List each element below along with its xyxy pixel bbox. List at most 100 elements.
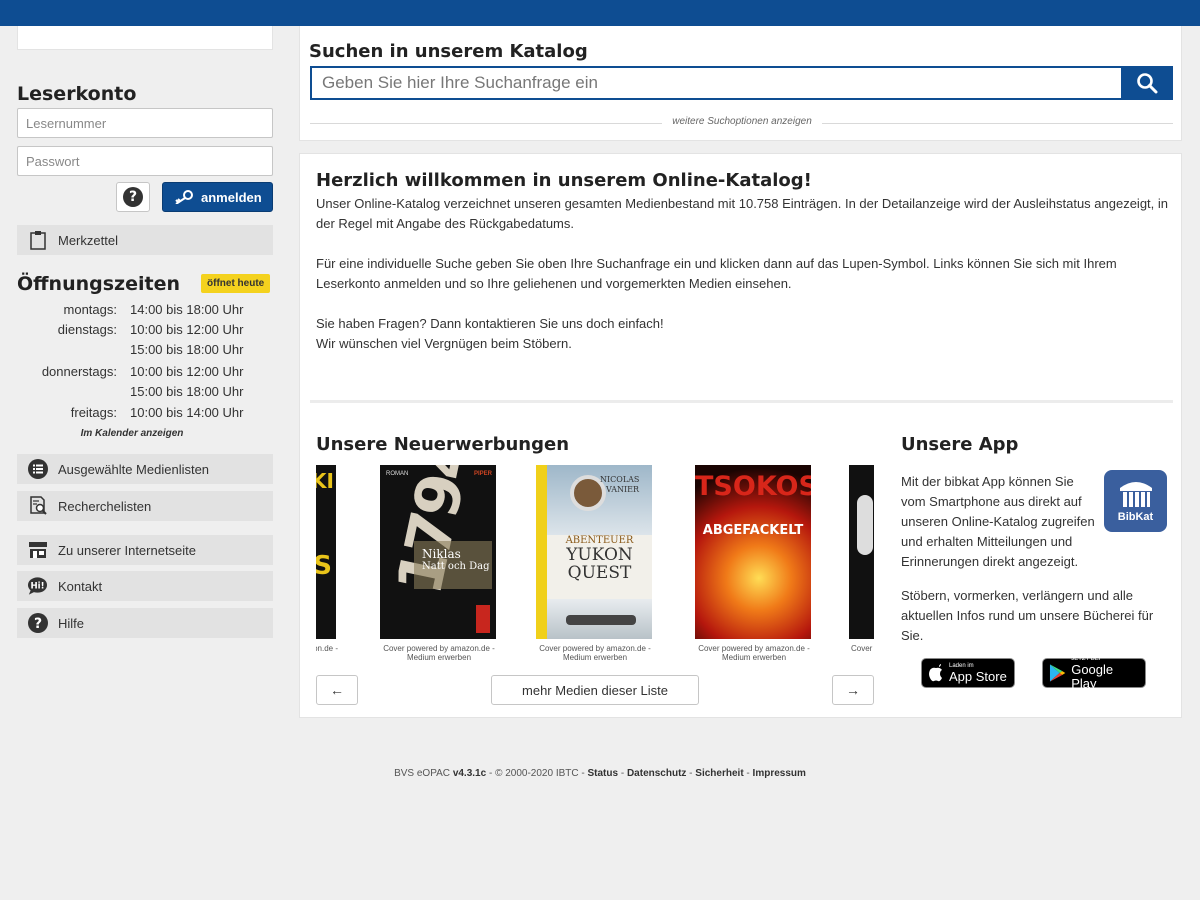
sidebar: Leserkonto ? anmelden Merkzettel Öffnung… [17,26,273,666]
book-cover[interactable]: NICOLAS VANIER ABENTEUER YUKON QUEST [536,465,652,639]
hours-day: dienstags: [57,322,117,337]
hours-row: montags: 14:00 bis 18:00 Uhr [17,302,273,322]
library-icon [1119,482,1152,507]
hours-time: 10:00 bis 12:00 Uhr [130,363,244,379]
google-play-icon [1049,664,1066,682]
main-panel: Herzlich willkommen in unserem Online-Ka… [299,153,1182,718]
carousel-prev-button[interactable]: ← [316,675,358,705]
hours-row: freitags: 10:00 bis 14:00 Uhr [17,405,273,425]
sidebar-top-box [17,26,273,50]
search-panel: Suchen in unserem Katalog weitere Suchop… [299,26,1182,141]
book-cover[interactable]: TSOKOS ABGEFACKELT [695,465,811,639]
footer-link-privacy[interactable]: Datenschutz [627,768,686,779]
app-description-2: Stöbern, vormerken, verlängern und alle … [901,588,1154,643]
opening-hours-title: Öffnungszeiten [17,273,180,295]
store-icon [27,540,48,561]
hours-time: 14:00 bis 18:00 Uhr [130,302,244,317]
sidebar-item-label: Ausgewählte Medienlisten [58,461,210,477]
svg-text:Hi!: Hi! [30,581,44,591]
section-divider [310,400,1173,403]
apple-icon [929,664,942,682]
book-caption[interactable]: Cover powered by amazon.de - Medium erwe… [536,644,654,662]
sidebar-item-memo[interactable]: Merkzettel [17,225,273,255]
list-icon [27,459,48,480]
key-icon [175,190,193,204]
sidebar-item-website[interactable]: Zu unserer Internetseite [17,535,273,565]
book-cover[interactable] [849,465,874,639]
cover-text: VANIER [606,485,640,494]
welcome-question: Sie haben Fragen? Dann kontaktieren Sie … [316,316,664,331]
search-input[interactable] [310,66,1121,100]
top-bar [0,0,1200,26]
search-button[interactable] [1121,66,1173,100]
sidebar-item-label: Recherchelisten [58,498,152,514]
app-title: Unsere App [901,434,1019,455]
password-input[interactable] [17,146,273,176]
welcome-title: Herzlich willkommen in unserem Online-Ka… [316,170,812,191]
footer: BVS eOPAC v4.3.1c - © 2000-2020 IBTC - S… [394,768,806,779]
book-caption[interactable]: Cover powered by amazon.de - Medium erwe… [380,644,498,662]
sidebar-item-label: Kontakt [58,578,103,594]
app-description: Mit der bibkat App können Sie vom Smartp… [901,474,1095,569]
reader-number-input[interactable] [17,108,273,138]
svg-text:?: ? [33,616,41,632]
hours-time: 15:00 bis 18:00 Uhr [130,342,244,357]
cover-text: PIPER [473,471,492,477]
sidebar-item-research-lists[interactable]: Recherchelisten [17,491,273,521]
book-item[interactable]: Cover [849,465,874,653]
footer-copyright: - © 2000-2020 IBTC - [486,768,588,779]
more-search-options-label: weitere Suchoptionen anzeigen [672,116,812,127]
store-large-text: App Store [949,668,1007,684]
google-play-button[interactable]: JETZT BEI Google Play [1042,656,1146,690]
hours-day: montags: [63,302,117,317]
search-icon [1137,73,1158,94]
hours-row: donnerstags: 10:00 bis 12:00 Uhr [17,364,273,384]
hours-row: dienstags: 10:00 bis 12:00 Uhr [17,322,273,342]
new-items-title: Unsere Neuerwerbungen [316,434,570,455]
open-today-badge: öffnet heute [201,274,271,293]
new-items-carousel: KI S azon.de - ROMAN 1794 Niklas Natt oc… [316,465,874,665]
book-caption[interactable]: azon.de - [316,644,338,653]
cover-text: TSOKOS [695,471,811,502]
calendar-link[interactable]: Im Kalender anzeigen [17,428,247,439]
logo-text: BibKat [1117,511,1154,523]
book-item[interactable]: NICOLAS VANIER ABENTEUER YUKON QUEST Cov… [536,465,654,662]
carousel-next-button[interactable]: → [832,675,874,705]
sidebar-item-contact[interactable]: Hi! Kontakt [17,571,273,601]
more-media-button[interactable]: mehr Medien dieser Liste [491,675,699,705]
cover-text: ABGEFACKELT [702,523,804,538]
hours-row: 15:00 bis 18:00 Uhr [17,384,273,404]
sidebar-item-media-lists[interactable]: Ausgewählte Medienlisten [17,454,273,484]
research-list-icon [27,496,48,517]
login-help-button[interactable]: ? [116,182,150,212]
book-caption[interactable]: Cover powered by amazon.de - Medium erwe… [695,644,813,662]
footer-link-security[interactable]: Sicherheit [695,768,743,779]
more-search-options[interactable]: weitere Suchoptionen anzeigen [310,116,1173,130]
cover-text: YUKON [566,545,633,565]
book-item[interactable]: KI S azon.de - [316,465,338,653]
book-cover[interactable]: KI S [316,465,336,639]
account-title: Leserkonto [17,83,137,105]
book-cover[interactable]: ROMAN 1794 Niklas Natt och Dag PIPER [380,465,496,639]
welcome-wish: Wir wünschen viel Vergnügen beim Stöbern… [316,336,572,351]
sidebar-item-help[interactable]: ? Hilfe [17,608,273,638]
book-caption[interactable]: Cover [849,644,874,653]
cover-text: S [316,551,332,581]
sidebar-item-label: Merkzettel [58,232,118,248]
app-store-button[interactable]: Laden im App Store [921,658,1015,688]
bibkat-logo[interactable]: BibKat [1104,470,1167,532]
book-item[interactable]: ROMAN 1794 Niklas Natt och Dag PIPER Cov… [380,465,498,662]
login-label: anmelden [201,189,262,205]
footer-link-status[interactable]: Status [588,768,619,779]
sidebar-item-label: Zu unserer Internetseite [58,542,197,558]
cover-text: KI [316,469,334,493]
chat-icon: Hi! [27,576,48,597]
opening-hours-table: montags: 14:00 bis 18:00 Uhr dienstags: 10… [17,302,273,425]
welcome-paragraph: Für eine individuelle Suche geben Sie ob… [316,256,1117,291]
question-icon: ? [123,187,143,207]
login-button[interactable]: anmelden [162,182,273,212]
hours-time: 10:00 bis 12:00 Uhr [130,322,244,337]
footer-link-imprint[interactable]: Impressum [753,768,806,779]
search-title: Suchen in unserem Katalog [309,41,588,62]
book-item[interactable]: TSOKOS ABGEFACKELT Cover powered by amaz… [695,465,813,662]
